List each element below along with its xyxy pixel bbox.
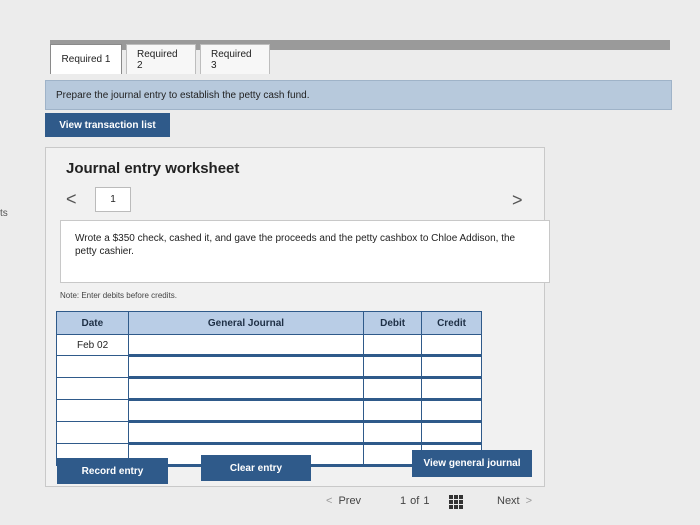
- grid-icon: [449, 495, 463, 509]
- date-cell: Feb 02: [56, 334, 129, 356]
- account-input[interactable]: [127, 399, 365, 423]
- date-cell: [56, 421, 129, 444]
- table-row: [56, 377, 482, 401]
- debit-input[interactable]: [363, 399, 423, 423]
- requirement-tabs: Required 1 Required 2 Required 3: [50, 44, 274, 74]
- worksheet-title: Journal entry worksheet: [66, 160, 240, 177]
- next-label: Next: [497, 495, 520, 507]
- debit-input[interactable]: [363, 377, 423, 401]
- general-journal-header: General Journal: [127, 311, 365, 335]
- tab-required-3[interactable]: Required 3: [200, 44, 270, 74]
- account-input[interactable]: [127, 355, 365, 379]
- table-row: [56, 421, 482, 445]
- date-header: Date: [56, 311, 129, 335]
- side-text-fragment: ts: [0, 208, 8, 219]
- date-cell: [56, 355, 129, 378]
- credit-input[interactable]: [421, 399, 482, 423]
- account-input[interactable]: [127, 377, 365, 401]
- entry-number-box[interactable]: 1: [95, 187, 131, 212]
- credit-input[interactable]: [421, 421, 482, 445]
- instruction-bar: Prepare the journal entry to establish t…: [45, 80, 672, 110]
- debit-credit-note: Note: Enter debits before credits.: [60, 291, 177, 300]
- credit-input[interactable]: [421, 355, 482, 379]
- page-of: of: [410, 495, 420, 507]
- next-entry-icon[interactable]: >: [512, 190, 523, 211]
- credit-input[interactable]: [421, 334, 482, 357]
- prev-entry-icon[interactable]: <: [66, 189, 77, 210]
- credit-input[interactable]: [421, 377, 482, 401]
- tab-required-1[interactable]: Required 1: [50, 44, 122, 74]
- next-page-button[interactable]: Next >: [497, 495, 532, 507]
- credit-header: Credit: [421, 311, 482, 335]
- table-row: [56, 355, 482, 379]
- table-row: Feb 02: [56, 334, 482, 357]
- debit-input[interactable]: [363, 355, 423, 379]
- tab-required-2[interactable]: Required 2: [126, 44, 196, 74]
- date-cell: [56, 399, 129, 422]
- clear-entry-button[interactable]: Clear entry: [201, 455, 311, 481]
- view-general-journal-button[interactable]: View general journal: [412, 450, 532, 477]
- date-cell: [56, 377, 129, 400]
- prev-label: Prev: [338, 495, 362, 507]
- prev-page-button[interactable]: < Prev: [326, 495, 361, 507]
- page-grid-button[interactable]: [449, 495, 463, 509]
- table-row: [56, 399, 482, 423]
- record-entry-button[interactable]: Record entry: [57, 458, 168, 484]
- transaction-description: Wrote a $350 check, cashed it, and gave …: [60, 220, 550, 283]
- total-pages: 1: [423, 495, 430, 507]
- current-page: 1: [400, 495, 407, 507]
- debit-input[interactable]: [363, 334, 423, 357]
- journal-table: Date General Journal Debit Credit Feb 02: [56, 311, 482, 467]
- view-transaction-list-button[interactable]: View transaction list: [45, 113, 170, 137]
- debit-header: Debit: [363, 311, 423, 335]
- account-input[interactable]: [127, 421, 365, 445]
- chevron-left-icon: <: [326, 495, 333, 507]
- debit-input[interactable]: [363, 421, 423, 445]
- page-indicator: 1 of 1: [400, 495, 429, 507]
- account-input[interactable]: [127, 334, 365, 357]
- chevron-right-icon: >: [525, 495, 533, 507]
